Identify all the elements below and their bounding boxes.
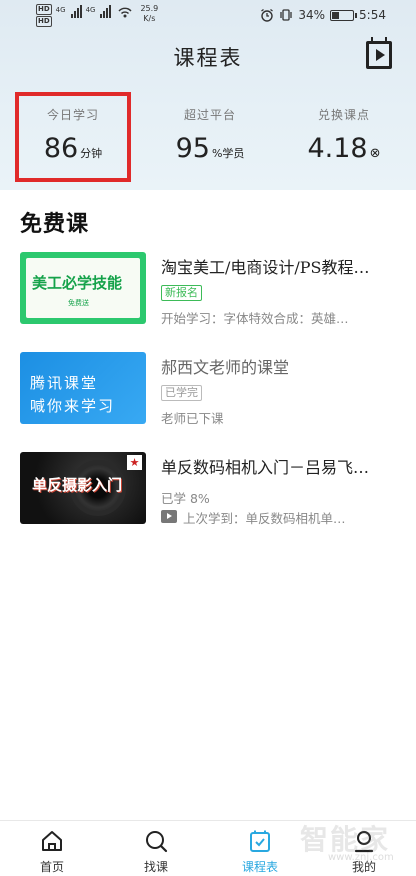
course-subtitle: 老师已下课: [161, 411, 224, 426]
hd-icon: HD: [36, 4, 52, 15]
stat-beat-platform[interactable]: 超过平台 95 %学员: [150, 92, 270, 182]
play-icon: [161, 510, 177, 523]
coin-icon: ⊗: [369, 146, 381, 161]
course-progress: 已学 8%: [161, 491, 210, 506]
tab-schedule[interactable]: 课程表: [208, 821, 312, 876]
network-label: 4G: [55, 6, 66, 14]
section-title: 免费课: [20, 211, 90, 237]
battery-icon: [330, 9, 358, 21]
status-badge: 新报名: [161, 285, 202, 301]
course-item[interactable]: 美工必学技能 免费送 淘宝美工/电商设计/PS教程… 新报名 开始学习：字体特效…: [0, 252, 416, 328]
alarm-icon: [261, 8, 274, 22]
highlight-box: [15, 92, 131, 182]
stat-value: 95 %学员: [175, 133, 245, 164]
course-thumbnail: 单反摄影入门 ★: [20, 452, 146, 524]
schedule-icon: [250, 830, 270, 852]
thumbnail-text: 腾讯课堂: [30, 374, 99, 392]
hd-icon: HD: [36, 16, 52, 27]
status-bar: HD HD 4G 4G 25.9 K/s 34% 5:54: [0, 0, 416, 32]
course-thumbnail: 美工必学技能 免费送: [20, 252, 146, 324]
tab-find-course[interactable]: 找课: [104, 821, 208, 876]
thumbnail-text: 单反摄影入门: [32, 476, 123, 494]
network-label: 4G: [85, 6, 96, 14]
battery-level: [332, 11, 339, 19]
network-speed: 25.9 K/s: [140, 4, 159, 23]
course-subtitle: 开始学习：字体特效合成：英雄…: [161, 311, 349, 326]
vibrate-icon: [280, 9, 293, 21]
tab-label: 课程表: [241, 860, 278, 874]
stat-value: 4.18 ⊗: [307, 133, 381, 164]
home-icon: [42, 831, 62, 851]
signal-icon: [100, 4, 112, 18]
battery-percent: 34%: [298, 8, 326, 22]
stat-unit: %学员: [211, 147, 245, 160]
tab-label: 首页: [39, 860, 64, 874]
search-icon: [146, 831, 168, 853]
clock: 5:54: [359, 8, 386, 22]
stat-label: 兑换课点: [317, 108, 370, 122]
thumbnail-text: 喊你来学习: [30, 397, 116, 415]
course-title: 郝西文老师的课堂: [161, 358, 290, 377]
thumbnail-subtext: 免费送: [68, 299, 89, 307]
tab-home[interactable]: 首页: [0, 821, 104, 876]
course-title: 淘宝美工/电商设计/PS教程…: [161, 258, 370, 277]
course-title: 单反数码相机入门－吕易飞…: [161, 458, 370, 477]
status-left: HD HD 4G 4G 25.9 K/s: [36, 4, 158, 27]
wifi-icon: [118, 7, 132, 18]
page-title: 课程表: [173, 46, 243, 70]
course-subtitle: 上次学到：单反数码相机单…: [183, 511, 346, 526]
tab-label: 找课: [143, 860, 168, 874]
stat-label: 超过平台: [183, 108, 236, 122]
course-thumbnail: 腾讯课堂 喊你来学习: [20, 352, 146, 424]
watermark-url: www.znj.com: [328, 852, 394, 863]
video-play-icon[interactable]: [366, 37, 392, 69]
title-bar: 课程表: [0, 36, 416, 76]
star-icon: ★: [127, 455, 142, 470]
course-item[interactable]: 腾讯课堂 喊你来学习 郝西文老师的课堂 已学完 老师已下课: [0, 352, 416, 428]
course-item[interactable]: 单反摄影入门 ★ 单反数码相机入门－吕易飞… 已学 8% 上次学到：单反数码相机…: [0, 452, 416, 528]
play-triangle: [376, 49, 385, 61]
thumbnail-text: 美工必学技能: [32, 274, 123, 292]
status-right: 34% 5:54: [260, 8, 386, 22]
signal-icon: [70, 4, 82, 18]
status-badge: 已学完: [161, 385, 202, 401]
stat-course-points[interactable]: 兑换课点 4.18 ⊗: [284, 92, 404, 182]
